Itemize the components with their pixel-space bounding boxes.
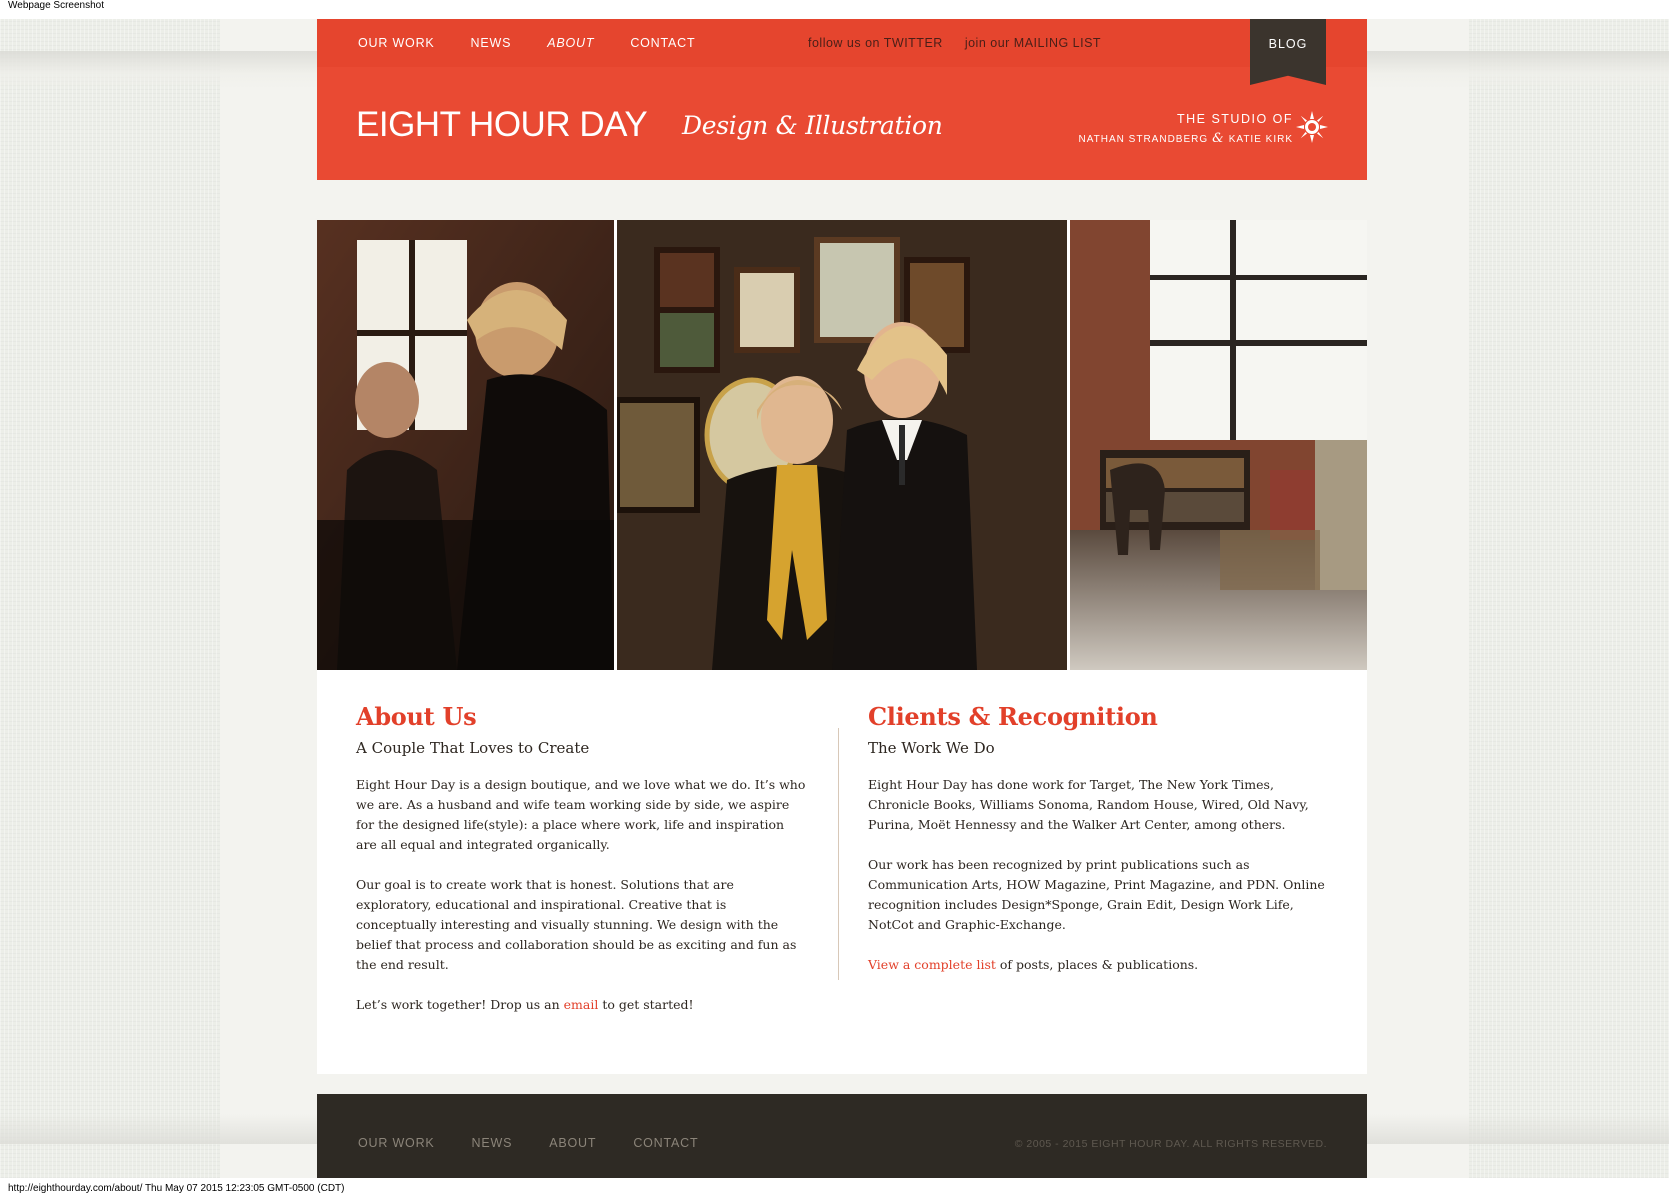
photo-strip: [317, 220, 1367, 670]
footer-nav-about[interactable]: ABOUT: [549, 1136, 596, 1150]
studio-credit: THE STUDIO OF NATHAN STRANDBERG & KATIE KI…: [1079, 112, 1293, 146]
about-paragraph-3: Let’s work together! Drop us an email to…: [356, 995, 806, 1015]
clients-section: Clients & Recognition The Work We Do Eig…: [868, 702, 1328, 995]
nav-contact[interactable]: CONTACT: [630, 36, 695, 50]
mailing-list-link[interactable]: join our MAILING LIST: [965, 36, 1101, 50]
about-p3-before: Let’s work together! Drop us an: [356, 997, 564, 1012]
about-paragraph-2: Our goal is to create work that is hones…: [356, 877, 797, 972]
studio-name-1: NATHAN STRANDBERG: [1078, 134, 1209, 145]
footer-nav-our-work[interactable]: OUR WORK: [358, 1136, 435, 1150]
top-nav-bar: OUR WORK NEWS ABOUT CONTACT follow us on…: [317, 19, 1367, 85]
main-content: About Us A Couple That Loves to Create E…: [317, 220, 1367, 1074]
social-links: follow us on TWITTER join our MAILING LI…: [808, 36, 1101, 50]
footer-nav-contact[interactable]: CONTACT: [633, 1136, 698, 1150]
nav-our-work[interactable]: OUR WORK: [358, 36, 435, 50]
page-canvas: OUR WORK NEWS ABOUT CONTACT follow us on…: [0, 19, 1669, 1178]
clients-title: Clients & Recognition: [868, 702, 1158, 731]
twitter-label: TWITTER: [883, 36, 943, 50]
nav-news[interactable]: NEWS: [471, 36, 512, 50]
site-header: OUR WORK NEWS ABOUT CONTACT follow us on…: [317, 19, 1367, 180]
photo-couple: [617, 220, 1067, 670]
clients-p3-after: of posts, places & publications.: [995, 957, 1199, 972]
url-timestamp-caption: http://eighthourday.com/about/ Thu May 0…: [8, 1183, 345, 1194]
twitter-prefix: follow us on: [808, 36, 884, 50]
studio-ampersand: &: [1212, 131, 1225, 146]
photo-studio-dog: [1070, 220, 1367, 670]
studio-line: THE STUDIO OF: [1176, 112, 1293, 126]
about-paragraph-1: Eight Hour Day is a design boutique, and…: [356, 777, 806, 852]
photo-office: [317, 220, 614, 670]
complete-list-link[interactable]: View a complete list: [868, 957, 996, 972]
clients-paragraph-2: Our work has been recognized by print pu…: [868, 857, 1325, 932]
mailing-label: MAILING LIST: [1013, 36, 1102, 50]
clients-paragraph-1: Eight Hour Day has done work for Target,…: [868, 777, 1309, 832]
site-logo[interactable]: EIGHT HOUR DAY: [356, 105, 648, 145]
site-footer: OUR WORK NEWS ABOUT CONTACT © 2005 - 201…: [317, 1094, 1367, 1178]
twitter-link[interactable]: follow us on TWITTER: [808, 36, 943, 50]
clients-subtitle: The Work We Do: [868, 739, 995, 757]
copyright: © 2005 - 2015 EIGHT HOUR DAY. ALL RIGHTS…: [1014, 1138, 1327, 1150]
column-divider: [838, 728, 839, 980]
blog-tab-button[interactable]: BLOG: [1250, 19, 1326, 85]
sun-icon: [1296, 111, 1328, 143]
main-nav: OUR WORK NEWS ABOUT CONTACT: [358, 36, 731, 50]
footer-nav-news[interactable]: NEWS: [472, 1136, 513, 1150]
screenshot-caption: Webpage Screenshot: [8, 0, 104, 11]
about-title: About Us: [356, 702, 477, 731]
mailing-prefix: join our: [964, 36, 1014, 50]
about-subtitle: A Couple That Loves to Create: [356, 739, 590, 757]
nav-about[interactable]: ABOUT: [547, 36, 594, 50]
studio-names: NATHAN STRANDBERG & KATIE KIRK: [1079, 131, 1293, 146]
site-tagline: Design & Illustration: [682, 111, 943, 140]
footer-nav: OUR WORK NEWS ABOUT CONTACT: [358, 1136, 735, 1150]
about-section: About Us A Couple That Loves to Create E…: [356, 702, 806, 1035]
studio-name-2: KATIE KIRK: [1228, 134, 1293, 145]
email-link[interactable]: email: [564, 997, 599, 1012]
about-p3-after: to get started!: [598, 997, 694, 1012]
clients-paragraph-3: View a complete list of posts, places & …: [868, 955, 1328, 975]
